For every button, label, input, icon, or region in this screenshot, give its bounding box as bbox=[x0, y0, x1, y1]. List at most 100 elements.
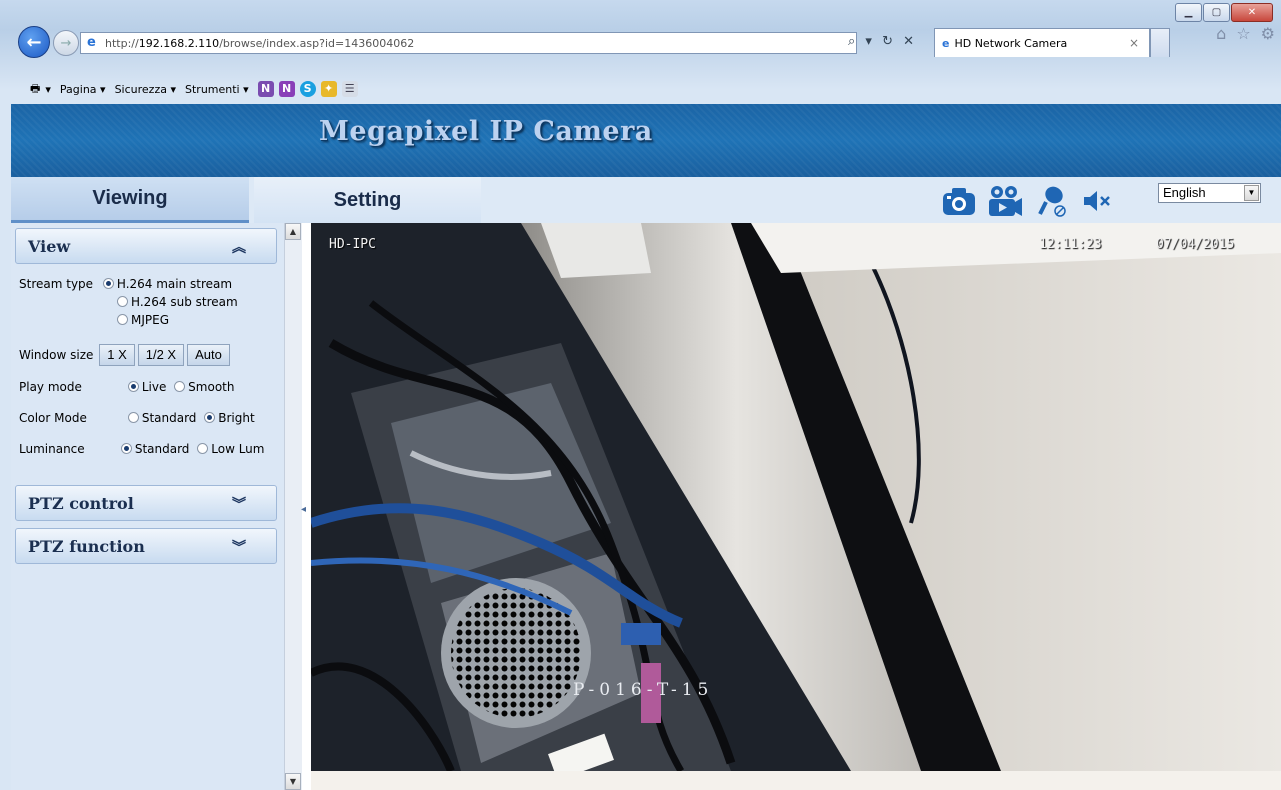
minimize-button[interactable]: ▁ bbox=[1175, 3, 1202, 22]
ptz-function-header[interactable]: PTZ function ︾ bbox=[15, 528, 277, 564]
lum-low-label: Low Lum bbox=[211, 442, 265, 456]
command-bar: 🖶 ▾ Pagina ▾ Sicurezza ▾ Strumenti ▾ N N… bbox=[10, 76, 1272, 102]
stream-sub-label: H.264 sub stream bbox=[131, 295, 238, 309]
security-menu[interactable]: Sicurezza ▾ bbox=[115, 83, 176, 96]
scroll-down-arrow-icon[interactable]: ▼ bbox=[285, 773, 301, 790]
maximize-button[interactable]: ▢ bbox=[1203, 3, 1230, 22]
ptz-control-title: PTZ control bbox=[28, 493, 134, 513]
print-menu[interactable]: ▾ bbox=[45, 83, 51, 96]
url-host: 192.168.2.110 bbox=[138, 36, 220, 50]
print-icon[interactable]: 🖶 bbox=[30, 80, 40, 99]
view-panel-title: View bbox=[28, 236, 71, 256]
play-mode-row: Play mode Live Smooth bbox=[19, 380, 234, 394]
radio-lum-standard[interactable] bbox=[120, 443, 132, 454]
snapshot-icon[interactable] bbox=[941, 183, 977, 219]
browser-right-icons: ⌂ ☆ ⚙ bbox=[1216, 24, 1275, 43]
video-toolbar bbox=[941, 183, 1115, 219]
color-mode-row: Color Mode Standard Bright bbox=[19, 411, 255, 425]
favorites-star-icon[interactable]: ☆ bbox=[1236, 24, 1250, 43]
onenote-icon[interactable]: N bbox=[257, 81, 274, 97]
window-size-label: Window size bbox=[19, 348, 94, 362]
language-value: English bbox=[1163, 185, 1206, 200]
sidebar: View ︽ Stream type H.264 main stream H.2… bbox=[11, 223, 284, 790]
home-icon[interactable]: ⌂ bbox=[1216, 24, 1226, 43]
stream-option-sub[interactable]: H.264 sub stream bbox=[117, 295, 238, 309]
view-panel-header[interactable]: View ︽ bbox=[15, 228, 277, 264]
ptz-function-title: PTZ function bbox=[28, 536, 145, 556]
camera-page: Megapixel IP Camera Viewing Setting Engl… bbox=[11, 104, 1281, 790]
smooth-label: Smooth bbox=[188, 380, 235, 394]
size-1x-button[interactable]: 1 X bbox=[99, 344, 135, 366]
forward-arrow-icon: → bbox=[60, 35, 72, 51]
camera-image: P-016-T-15 bbox=[311, 223, 1281, 771]
stream-type-row: Stream type H.264 main stream bbox=[19, 277, 232, 291]
luminance-row: Luminance Standard Low Lum bbox=[19, 442, 264, 456]
main-tab-bar: Viewing Setting English ▼ bbox=[11, 177, 1281, 223]
browser-tab[interactable]: e HD Network Camera × bbox=[934, 28, 1150, 57]
live-label: Live bbox=[141, 380, 167, 394]
banner: Megapixel IP Camera bbox=[11, 104, 1281, 177]
back-arrow-icon: ← bbox=[26, 31, 42, 53]
sidebar-collapse-handle-icon[interactable]: ◂ bbox=[301, 504, 307, 534]
skype-icon[interactable]: S bbox=[299, 81, 316, 97]
luminance-label: Luminance bbox=[19, 442, 85, 456]
radio-mjpeg[interactable] bbox=[117, 314, 128, 325]
tab-setting[interactable]: Setting bbox=[254, 177, 481, 223]
close-window-button[interactable]: ✕ bbox=[1231, 3, 1273, 22]
tab-title: HD Network Camera bbox=[954, 36, 1068, 50]
address-row: ← → e http://192.168.2.110/browse/index.… bbox=[10, 24, 1272, 66]
expand-chevron-down-icon[interactable]: ︾ bbox=[232, 537, 246, 557]
size-auto-button[interactable]: Auto bbox=[187, 344, 230, 366]
osd-time: 12:11:23 bbox=[1039, 237, 1102, 252]
sidebar-scrollbar[interactable]: ▲ ▼ bbox=[284, 223, 302, 790]
color-standard-label: Standard bbox=[141, 411, 197, 425]
osd-camera-name: HD-IPC bbox=[329, 237, 376, 252]
page-menu[interactable]: Pagina ▾ bbox=[60, 83, 106, 96]
size-half-button[interactable]: 1/2 X bbox=[137, 344, 185, 366]
stream-type-label: Stream type bbox=[19, 277, 94, 291]
onenote-linked-icon[interactable]: N bbox=[278, 81, 295, 97]
tab-viewing[interactable]: Viewing bbox=[11, 177, 249, 223]
microphone-icon[interactable] bbox=[1033, 183, 1069, 219]
page-menu-icon[interactable]: ☰ bbox=[341, 81, 358, 97]
ie-page-icon: e bbox=[87, 35, 96, 50]
collapse-chevron-up-icon[interactable]: ︽ bbox=[232, 237, 246, 257]
url-prefix: http:// bbox=[105, 36, 139, 50]
radio-color-standard[interactable] bbox=[127, 412, 139, 423]
back-button[interactable]: ← bbox=[18, 26, 50, 58]
color-bright-label: Bright bbox=[218, 411, 255, 425]
svg-text:P-016-T-15: P-016-T-15 bbox=[573, 680, 713, 700]
radio-lum-low[interactable] bbox=[197, 443, 209, 454]
stream-option-main[interactable]: H.264 main stream bbox=[102, 277, 232, 291]
dropdown-arrow-icon[interactable]: ▼ bbox=[1244, 185, 1259, 201]
expand-chevron-down-icon[interactable]: ︾ bbox=[232, 494, 246, 514]
window-size-row: Window size 1 X 1/2 X Auto bbox=[19, 344, 233, 366]
address-actions[interactable]: ⌕ ▾ ↻ ✕ bbox=[848, 34, 917, 49]
ie-tab-icon: e bbox=[942, 36, 950, 50]
live-video-view[interactable]: P-016-T-15 HD-IPC 12:11:23 07/04/2015 bbox=[311, 223, 1281, 771]
new-tab-button[interactable] bbox=[1150, 28, 1170, 57]
color-mode-label: Color Mode bbox=[19, 411, 87, 425]
url-path: /browse/index.asp?id=1436004062 bbox=[219, 36, 415, 50]
radio-sub-stream[interactable] bbox=[117, 296, 128, 307]
forward-button[interactable]: → bbox=[53, 30, 79, 56]
scroll-up-arrow-icon[interactable]: ▲ bbox=[285, 223, 301, 240]
record-icon[interactable] bbox=[987, 183, 1023, 219]
radio-main-stream[interactable] bbox=[102, 278, 114, 289]
window-controls: ▁ ▢ ✕ bbox=[1175, 3, 1273, 22]
radio-live[interactable] bbox=[127, 381, 139, 392]
stream-option-mjpeg[interactable]: MJPEG bbox=[117, 313, 169, 327]
stream-mjpeg-label: MJPEG bbox=[131, 313, 170, 327]
radio-color-bright[interactable] bbox=[204, 412, 216, 423]
tab-close-icon[interactable]: × bbox=[1129, 36, 1139, 50]
radio-smooth[interactable] bbox=[174, 381, 186, 392]
mute-icon[interactable] bbox=[1079, 183, 1115, 219]
tools-gear-icon[interactable]: ⚙ bbox=[1261, 24, 1275, 43]
addon-icon[interactable]: ✦ bbox=[320, 81, 337, 97]
tools-menu[interactable]: Strumenti ▾ bbox=[185, 83, 249, 96]
video-bottom-strip bbox=[311, 771, 1281, 790]
ptz-control-header[interactable]: PTZ control ︾ bbox=[15, 485, 277, 521]
address-bar[interactable]: e http://192.168.2.110/browse/index.asp?… bbox=[80, 32, 857, 54]
lum-standard-label: Standard bbox=[134, 442, 190, 456]
language-select[interactable]: English ▼ bbox=[1158, 183, 1261, 203]
